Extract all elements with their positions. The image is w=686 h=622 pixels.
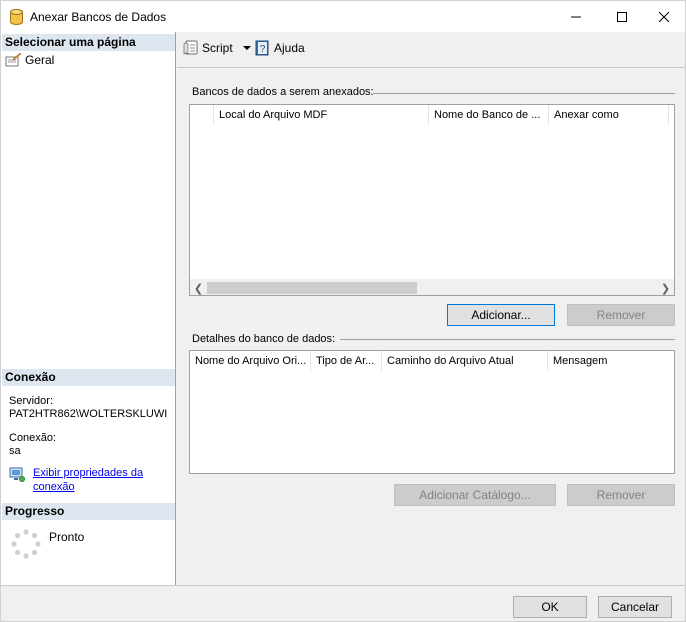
databases-horizontal-scrollbar[interactable]: ❮ ❯ <box>190 279 674 295</box>
page-item-label: Geral <box>25 53 55 67</box>
column-header-select[interactable] <box>190 105 214 125</box>
page-item-general[interactable]: Geral <box>5 53 54 67</box>
close-button[interactable] <box>641 1 686 32</box>
help-label: Ajuda <box>274 41 305 55</box>
server-label: Servidor: <box>9 395 54 407</box>
column-header-mdf-location[interactable]: Local do Arquivo MDF <box>214 105 429 125</box>
script-button[interactable]: Script <box>183 40 251 56</box>
cancel-button[interactable]: Cancelar <box>598 596 672 618</box>
databases-group-divider <box>373 93 675 94</box>
progress-spinner-icon <box>11 529 41 559</box>
select-page-header: Selecionar uma página <box>2 34 175 51</box>
column-header-database-name[interactable]: Nome do Banco de ... <box>429 105 549 125</box>
details-group-label: Detalhes do banco de dados: <box>192 333 336 345</box>
add-button[interactable]: Adicionar... <box>447 304 555 326</box>
server-value: PAT2HTR862\WOLTERSKLUWI <box>9 408 168 420</box>
script-icon <box>183 40 198 55</box>
maximize-icon <box>617 11 627 22</box>
column-header-message[interactable]: Mensagem <box>548 351 674 371</box>
connection-label: Conexão: <box>9 432 57 444</box>
add-catalog-button[interactable]: Adicionar Catálogo... <box>394 484 556 506</box>
scrollbar-thumb[interactable] <box>207 282 417 294</box>
database-icon <box>10 9 23 25</box>
toolbar: Script ? Ajuda <box>177 32 685 68</box>
scroll-right-icon[interactable]: ❯ <box>657 280 674 295</box>
view-connection-properties-link[interactable]: Exibir propriedades da conexão <box>33 466 153 494</box>
help-icon: ? <box>255 40 269 56</box>
left-pane: Selecionar uma página Geral Conexão Serv… <box>1 32 176 585</box>
progress-status: Pronto <box>49 530 85 544</box>
remove-database-button[interactable]: Remover <box>567 304 675 326</box>
script-label: Script <box>202 41 233 55</box>
column-header-file-type[interactable]: Tipo de Ar... <box>311 351 382 371</box>
databases-grid[interactable]: Local do Arquivo MDF Nome do Banco de ..… <box>189 104 675 296</box>
minimize-button[interactable] <box>553 1 599 32</box>
ok-button[interactable]: OK <box>513 596 587 618</box>
progress-header: Progresso <box>2 503 175 520</box>
details-grid[interactable]: Nome do Arquivo Ori... Tipo de Ar... Cam… <box>189 350 675 474</box>
column-header-original-file-name[interactable]: Nome do Arquivo Ori... <box>190 351 311 371</box>
dialog-footer: OK Cancelar <box>1 585 685 621</box>
databases-grid-header: Local do Arquivo MDF Nome do Banco de ..… <box>190 105 674 125</box>
right-pane: Script ? Ajuda Bancos de dados a serem a… <box>177 32 685 585</box>
details-group-divider <box>340 339 675 340</box>
general-page-icon <box>5 53 21 67</box>
remove-detail-button[interactable]: Remover <box>567 484 675 506</box>
column-header-current-path[interactable]: Caminho do Arquivo Atual <box>382 351 548 371</box>
help-button[interactable]: ? Ajuda <box>255 40 305 56</box>
close-icon <box>659 11 669 22</box>
view-connection-properties: Exibir propriedades da conexão <box>9 466 153 494</box>
minimize-icon <box>571 16 581 17</box>
connection-header: Conexão <box>2 369 175 386</box>
connection-properties-icon <box>9 467 25 482</box>
svg-text:?: ? <box>260 44 266 55</box>
databases-group-label: Bancos de dados a serem anexados: <box>192 86 374 98</box>
connection-value: sa <box>9 445 21 457</box>
column-header-owner[interactable]: P <box>669 105 674 125</box>
scroll-left-icon[interactable]: ❮ <box>190 280 207 295</box>
details-grid-header: Nome do Arquivo Ori... Tipo de Ar... Cam… <box>190 351 674 371</box>
maximize-button[interactable] <box>599 1 645 32</box>
attach-databases-dialog: Anexar Bancos de Dados Selecionar uma pá… <box>0 0 686 622</box>
chevron-down-icon[interactable] <box>242 46 251 50</box>
column-header-attach-as[interactable]: Anexar como <box>549 105 669 125</box>
title-bar: Anexar Bancos de Dados <box>1 1 685 32</box>
window-title: Anexar Bancos de Dados <box>30 10 167 24</box>
